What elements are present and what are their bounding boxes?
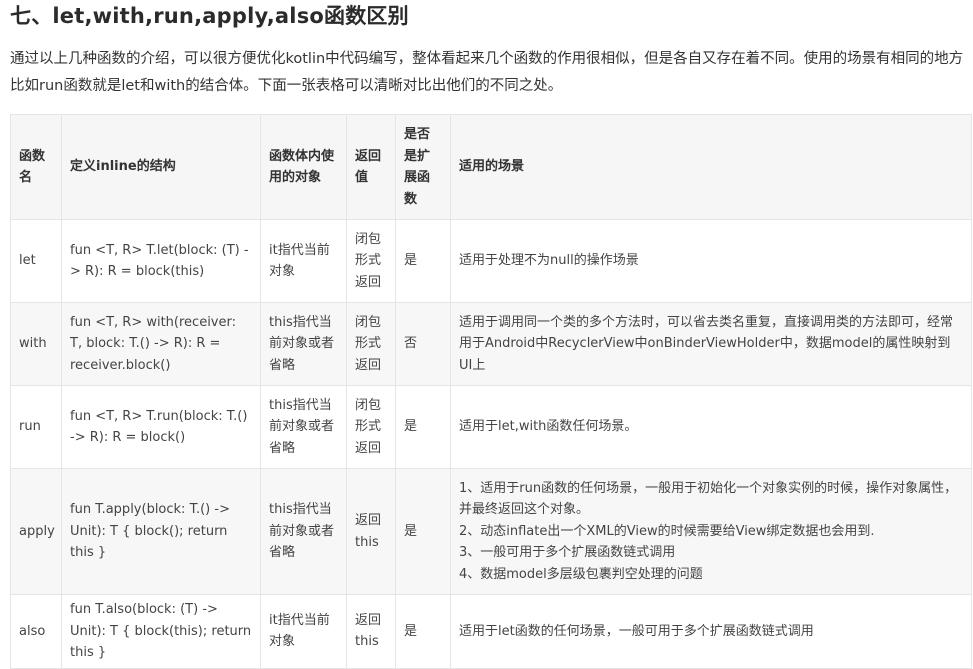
cell-object: it指代当前对象 [260,594,347,669]
cell-extension: 否 [395,302,451,386]
scene-line: 适用于处理不为null的操作场景 [459,253,639,269]
cell-scene: 适用于处理不为null的操作场景 [450,219,972,303]
section-heading: 七、let,with,run,apply,also函数区别 [10,4,409,28]
cell-object: this指代当前对象或者省略 [260,468,347,595]
table-row: let fun <T, R> T.let(block: (T) -> R): R… [10,219,972,303]
cell-extension: 是 [395,468,451,595]
table-row: apply fun T.apply(block: T.() -> Unit): … [10,468,972,595]
cell-extension: 是 [395,385,451,469]
scene-line: 1、适用于run函数的任何场景，一般用于初始化一个对象实例的时候，操作对象属性，… [459,480,958,518]
cell-definition: fun T.apply(block: T.() -> Unit): T { bl… [61,468,261,595]
scene-line: 适用于调用同一个类的多个方法时，可以省去类名重复，直接调用类的方法即可，经常用于… [459,314,954,373]
cell-return: 闭包形式返回 [346,385,396,469]
scene-line: 适用于let,with函数任何场景。 [459,419,638,435]
table-header-row: 函数名 定义inline的结构 函数体内使用的对象 返回值 是否是扩展函数 适用… [10,114,972,220]
cell-object: this指代当前对象或者省略 [260,302,347,386]
cell-function-name: with [10,302,62,386]
table-row: run fun <T, R> T.run(block: T.() -> R): … [10,385,972,469]
cell-return: 闭包形式返回 [346,302,396,386]
intro-paragraph: 通过以上几种函数的介绍，可以很方便优化kotlin中代码编写，整体看起来几个函数… [10,51,964,94]
header-object: 函数体内使用的对象 [260,114,347,220]
header-function-name: 函数名 [10,114,62,220]
cell-extension: 是 [395,594,451,669]
cell-function-name: run [10,385,62,469]
scene-line: 2、动态inflate出一个XML的View的时候需要给View绑定数据也会用到… [459,523,875,539]
cell-scene: 适用于let,with函数任何场景。 [450,385,972,469]
cell-scene: 适用于调用同一个类的多个方法时，可以省去类名重复，直接调用类的方法即可，经常用于… [450,302,972,386]
scene-line: 4、数据model多层级包裹判空处理的问题 [459,566,703,582]
header-return: 返回值 [346,114,396,220]
cell-return: 返回this [346,594,396,669]
cell-definition: fun <T, R> T.run(block: T.() -> R): R = … [61,385,261,469]
cell-return: 闭包形式返回 [346,219,396,303]
cell-scene: 1、适用于run函数的任何场景，一般用于初始化一个对象实例的时候，操作对象属性，… [450,468,972,595]
cell-function-name: also [10,594,62,669]
scene-line: 3、一般可用于多个扩展函数链式调用 [459,545,676,561]
cell-function-name: let [10,219,62,303]
header-scene: 适用的场景 [450,114,972,220]
cell-definition: fun <T, R> with(receiver: T, block: T.()… [61,302,261,386]
header-definition: 定义inline的结构 [61,114,261,220]
cell-function-name: apply [10,468,62,595]
cell-definition: fun T.also(block: (T) -> Unit): T { bloc… [61,594,261,669]
cell-object: it指代当前对象 [260,219,347,303]
cell-definition: fun <T, R> T.let(block: (T) -> R): R = b… [61,219,261,303]
table-row: with fun <T, R> with(receiver: T, block:… [10,302,972,386]
cell-return: 返回this [346,468,396,595]
cell-object: this指代当前对象或者省略 [260,385,347,469]
scene-line: 适用于let函数的任何场景，一般可用于多个扩展函数链式调用 [459,623,814,639]
table-row: also fun T.also(block: (T) -> Unit): T {… [10,594,972,669]
cell-scene: 适用于let函数的任何场景，一般可用于多个扩展函数链式调用 [450,594,972,669]
comparison-table: 函数名 定义inline的结构 函数体内使用的对象 返回值 是否是扩展函数 适用… [10,114,972,669]
article-section: 七、let,with,run,apply,also函数区别 通过以上几种函数的介… [0,0,973,669]
cell-extension: 是 [395,219,451,303]
header-extension: 是否是扩展函数 [395,114,451,220]
